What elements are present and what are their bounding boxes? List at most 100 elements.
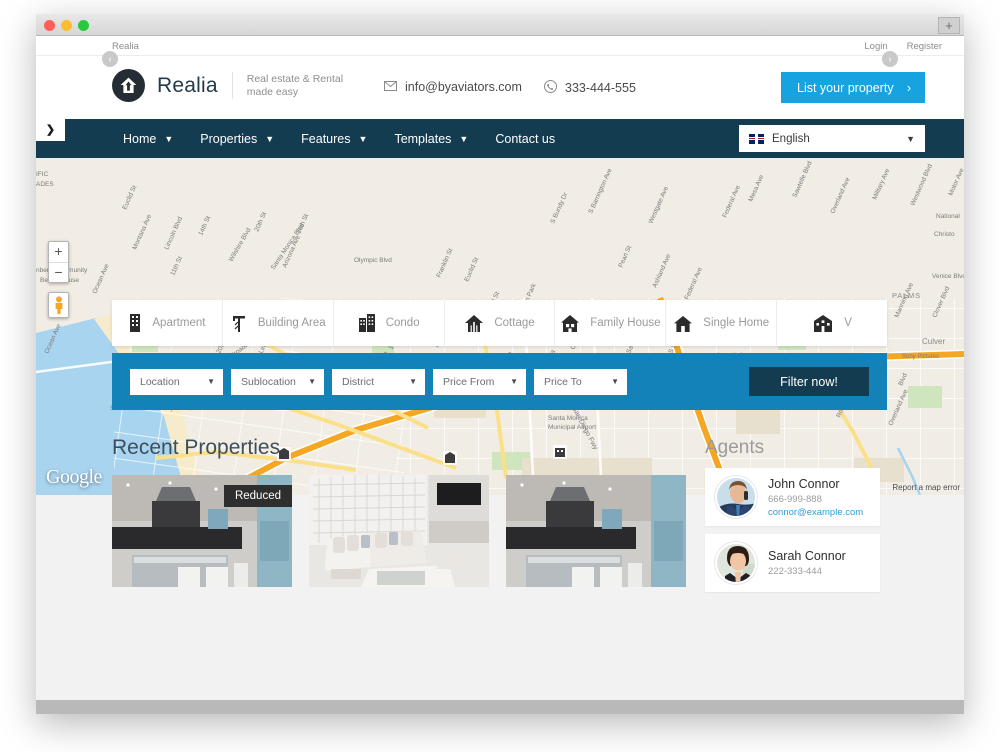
category-apartment[interactable]: Apartment (112, 300, 223, 346)
svg-text:IFIC: IFIC (36, 171, 49, 178)
svg-text:Christo: Christo (934, 231, 955, 238)
nav-item-home[interactable]: Home ▼ (123, 132, 173, 146)
apartment-icon (128, 314, 142, 332)
agent-name: Sarah Connor (768, 549, 846, 563)
close-window-button[interactable] (44, 20, 55, 31)
category-label: Family House (590, 317, 661, 329)
filter-price-from-select[interactable]: Price From ▼ (433, 368, 526, 395)
language-select[interactable]: English ▼ (739, 125, 925, 152)
nav-label: Home (123, 131, 157, 146)
categories-next-button[interactable]: › (882, 51, 898, 67)
google-logo: Google (46, 466, 102, 488)
filter-value: District (342, 375, 375, 388)
zoom-out-button[interactable]: − (49, 262, 68, 282)
filter-sublocation-select[interactable]: Sublocation ▼ (231, 368, 324, 395)
page-title: Recent Properties (112, 436, 281, 459)
register-link[interactable]: Register (907, 41, 942, 52)
language-value: English (749, 133, 810, 145)
maximize-window-button[interactable] (78, 20, 89, 31)
nav-item-contact-us[interactable]: Contact us (495, 132, 555, 146)
map-zoom-controls[interactable]: + − (48, 241, 69, 318)
svg-text:Sony Pictures: Sony Pictures (902, 354, 939, 360)
window-controls (44, 20, 89, 31)
svg-text:Culver: Culver (922, 337, 945, 346)
category-condo[interactable]: Condo (334, 300, 445, 346)
brand-logo[interactable]: Realia Real estate & Rental made easy (112, 69, 343, 102)
category-label: V (844, 317, 852, 329)
nav-item-properties[interactable]: Properties ▼ (200, 132, 274, 146)
agent-email[interactable]: connor@example.com (768, 507, 863, 518)
agent-phone: 222-333-444 (768, 566, 822, 577)
avatar (715, 542, 757, 584)
list-your-property-button[interactable]: List your property › (781, 72, 925, 103)
chevron-down-icon: ▼ (906, 133, 915, 144)
contact-phone[interactable]: 333-444-555 (544, 80, 636, 96)
nav-label: Features (301, 131, 351, 146)
contact-phone-text: 333-444-555 (565, 81, 636, 95)
property-image (309, 475, 489, 587)
nav-item-templates[interactable]: Templates ▼ (394, 132, 468, 146)
category-label: Apartment (152, 317, 206, 329)
nav-label: Contact us (495, 131, 556, 146)
category-villa[interactable]: V (777, 300, 887, 346)
zoom-in-button[interactable]: + (49, 242, 68, 262)
category-single-home[interactable]: Single Home (666, 300, 778, 346)
chevron-down-icon: ▼ (510, 377, 518, 386)
single-home-icon (673, 314, 693, 332)
agent-name: John Connor (768, 476, 840, 491)
house-logo-icon (112, 69, 145, 102)
login-link[interactable]: Login (864, 41, 887, 52)
street-view-pegman[interactable] (48, 292, 69, 318)
category-building-area[interactable]: Building Area (223, 300, 334, 346)
property-card[interactable]: Reduced (112, 475, 292, 587)
category-tabs: Apartment Building Area Condo Cottage Fa… (112, 300, 887, 346)
filter-district-select[interactable]: District ▼ (332, 368, 425, 395)
new-tab-button[interactable]: + (938, 17, 960, 34)
svg-text:ADES: ADES (36, 181, 54, 188)
zoom-control-group[interactable]: + − (48, 241, 69, 283)
property-image (506, 475, 686, 587)
tagline-line-1: Real estate & Rental (246, 72, 344, 85)
list-property-label: List your property (797, 80, 894, 95)
nav-item-features[interactable]: Features ▼ (301, 132, 367, 146)
page-bottom-edge (36, 700, 964, 714)
sidebar-toggle-tab[interactable]: ❯ (36, 117, 65, 141)
browser-titlebar: + (36, 14, 964, 36)
property-card[interactable] (506, 475, 686, 587)
browser-window: + Realia Login Register Realia Real esta… (36, 14, 964, 714)
phone-icon (544, 80, 557, 96)
categories-prev-button[interactable]: ‹ (102, 51, 118, 67)
svg-text:Municipal Airport: Municipal Airport (548, 424, 596, 431)
nav-label: Templates (394, 131, 452, 146)
property-filter-bar: Location ▼ Sublocation ▼ District ▼ Pric… (112, 353, 887, 410)
filter-price-to-select[interactable]: Price To ▼ (534, 368, 627, 395)
villa-icon (812, 314, 834, 332)
property-card[interactable] (309, 475, 489, 587)
minimize-window-button[interactable] (61, 20, 72, 31)
filter-now-button[interactable]: Filter now! (749, 367, 869, 396)
cottage-icon (464, 314, 484, 332)
building-area-icon (230, 314, 248, 332)
agent-phone: 666-999-888 (768, 493, 822, 505)
category-cottage[interactable]: Cottage (445, 300, 556, 346)
map-attribution[interactable]: Report a map error (892, 483, 960, 492)
chevron-down-icon: ▼ (265, 133, 275, 144)
category-label: Cottage (494, 317, 535, 329)
chevron-down-icon: ▼ (358, 133, 368, 144)
account-links: Login Register (864, 41, 942, 52)
chevron-right-icon: › (906, 80, 911, 95)
category-family-house[interactable]: Family House (555, 300, 667, 346)
contact-email-text: info@byaviators.com (405, 80, 522, 94)
nav-label: Properties (200, 131, 258, 146)
contact-email[interactable]: info@byaviators.com (384, 80, 522, 94)
main-navigation: Home ▼ Properties ▼ Features ▼ Templates… (36, 119, 964, 158)
filter-location-select[interactable]: Location ▼ (130, 368, 223, 395)
chevron-down-icon: ▼ (611, 377, 619, 386)
avatar (715, 476, 757, 518)
chevron-down-icon: ▼ (308, 377, 316, 386)
agent-card[interactable]: Sarah Connor 222-333-444 (705, 534, 880, 592)
filter-value: Price To (544, 375, 582, 388)
agent-card[interactable]: John Connor 666-999-888 connor@example.c… (705, 468, 880, 526)
category-label: Single Home (703, 317, 770, 329)
status-badge: Reduced (223, 485, 292, 507)
